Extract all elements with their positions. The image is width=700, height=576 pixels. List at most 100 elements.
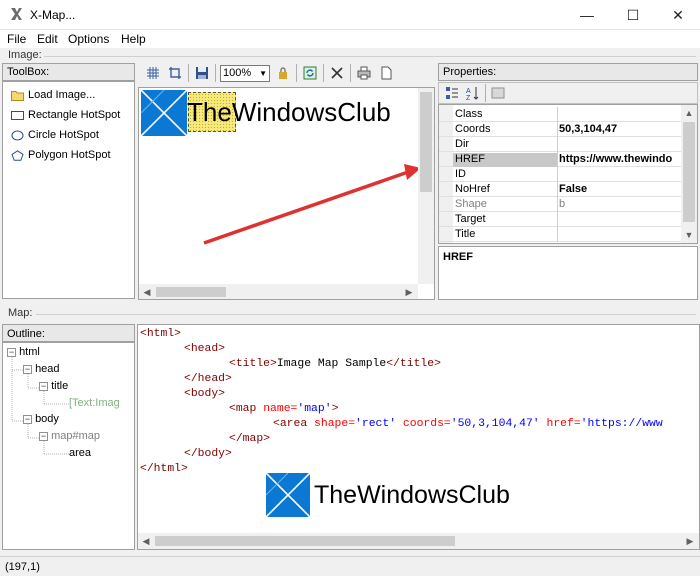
vertical-scroll-thumb[interactable] [420,92,432,192]
print-button[interactable] [355,64,373,82]
refresh-button[interactable] [301,64,319,82]
scroll-right-icon[interactable]: ▶ [682,533,698,549]
menu-bar: File Edit Options Help [0,30,700,48]
prop-value [559,168,695,182]
code-editor[interactable]: <html> <head> <title>Image Map Sample</t… [137,324,700,550]
prop-value [559,213,695,227]
scroll-right-icon[interactable]: ▶ [401,284,417,299]
canvas-horizontal-scrollbar[interactable]: ◀ ▶ [139,284,418,299]
title-bar: X-Map... — ☐ ✕ [0,0,700,30]
tool-label: Circle HotSpot [28,129,99,141]
map-group-divider [36,314,696,315]
property-description: HREF [438,246,698,300]
code-line-9: </body> [184,447,232,462]
menu-edit[interactable]: Edit [34,30,61,48]
crop-icon [169,67,181,79]
prop-row-dir[interactable]: Dir [439,137,695,152]
minimize-button[interactable]: — [564,0,610,30]
windows-logo-icon [266,473,310,517]
prop-row-target[interactable]: Target [439,212,695,227]
lock-icon [279,67,287,79]
prop-name: Title [455,228,476,240]
close-button[interactable]: ✕ [655,0,700,30]
grid-button[interactable] [144,64,162,82]
menu-help[interactable]: Help [118,30,149,48]
prop-row-id[interactable]: ID [439,167,695,182]
horizontal-scroll-thumb[interactable] [155,536,455,546]
prop-divider [557,227,558,242]
chevron-down-icon: ▼ [259,68,267,78]
canvas-vertical-scrollbar[interactable] [418,88,434,284]
refresh-icon [303,66,317,80]
prop-row-shape[interactable]: Shape b [439,197,695,212]
preview-logo-text: TheWindowsClub [314,481,510,509]
prop-row-nohref[interactable]: NoHref False [439,182,695,197]
prop-row-coords[interactable]: Coords 50,3,104,47 [439,122,695,137]
properties-grid[interactable]: Class Coords 50,3,104,47 Dir HREF https:… [438,104,698,244]
prop-value: https://www.thewindo [559,153,673,165]
code-line-6: <map name='map'> [229,402,338,417]
code-token: name= [263,403,298,415]
maximize-button[interactable]: ☐ [610,0,656,30]
circle-icon [11,130,24,140]
vertical-scroll-thumb[interactable] [683,122,695,222]
code-token: <body> [184,388,226,400]
tool-circle-hotspot[interactable]: Circle HotSpot [11,126,99,144]
code-token: 'rect' [355,418,397,430]
property-pages-button[interactable] [489,84,507,102]
prop-divider [557,137,558,152]
prop-value [559,108,695,122]
folder-icon [11,90,24,101]
tool-polygon-hotspot[interactable]: Polygon HotSpot [11,146,111,164]
tool-label: Load Image... [28,89,96,101]
menu-file[interactable]: File [4,30,29,48]
zoom-select[interactable]: 100% ▼ [220,64,270,82]
code-token: coords= [402,418,451,430]
properties-vertical-scrollbar[interactable]: ▲ ▼ [681,105,697,243]
toolbox-panel: Load Image... Rectangle HotSpot Circle H… [2,81,135,299]
grid-icon [147,67,159,79]
window-title: X-Map... [30,8,76,22]
tool-load-image[interactable]: Load Image... [11,86,95,104]
categorized-button[interactable] [443,84,461,102]
tool-label: Polygon HotSpot [28,149,111,161]
prop-row-title[interactable]: Title [439,227,695,242]
printer-icon [357,66,371,80]
menu-options[interactable]: Options [65,30,112,48]
red-arrow-annotation [203,164,421,245]
delete-button[interactable] [328,64,346,82]
toolbar-separator [485,84,486,102]
tree-lines [11,357,69,455]
scroll-up-icon[interactable]: ▲ [681,105,697,121]
prop-value: False [559,183,588,195]
properties-header: Properties: [438,63,698,81]
prop-name: Class [455,108,483,120]
code-token: <map [229,403,257,415]
prop-divider [557,152,558,167]
horizontal-scroll-thumb[interactable] [156,287,226,297]
prop-name: Target [455,213,486,225]
toolbar-separator [350,64,351,82]
lock-button[interactable] [274,64,292,82]
code-horizontal-scrollbar[interactable]: ◀ ▶ [138,533,699,549]
cursor-coordinates: (197,1) [5,561,40,573]
code-token: </title> [386,358,441,370]
scroll-left-icon[interactable]: ◀ [139,284,155,299]
save-button[interactable] [193,64,211,82]
scroll-down-icon[interactable]: ▼ [681,227,697,243]
code-line-7: <area shape='rect' coords='50,3,104,47' … [273,417,663,432]
code-token: href= [546,418,581,430]
status-bar: (197,1) [0,556,700,576]
new-document-button[interactable] [377,64,395,82]
zoom-value: 100% [223,67,252,79]
image-canvas[interactable]: TheWindowsClub ◀ ▶ [138,87,435,300]
code-token: '50,3,104,47' [450,418,540,430]
alphabetical-button[interactable]: AZ [464,84,482,102]
crop-button[interactable] [166,64,184,82]
code-line-3: <title>Image Map Sample</title> [229,357,441,372]
tool-rectangle-hotspot[interactable]: Rectangle HotSpot [11,106,120,124]
scroll-left-icon[interactable]: ◀ [138,533,154,549]
prop-row-href[interactable]: HREF https://www.thewindo [439,152,695,167]
prop-row-class[interactable]: Class [439,107,695,122]
prop-name: ID [455,168,466,180]
